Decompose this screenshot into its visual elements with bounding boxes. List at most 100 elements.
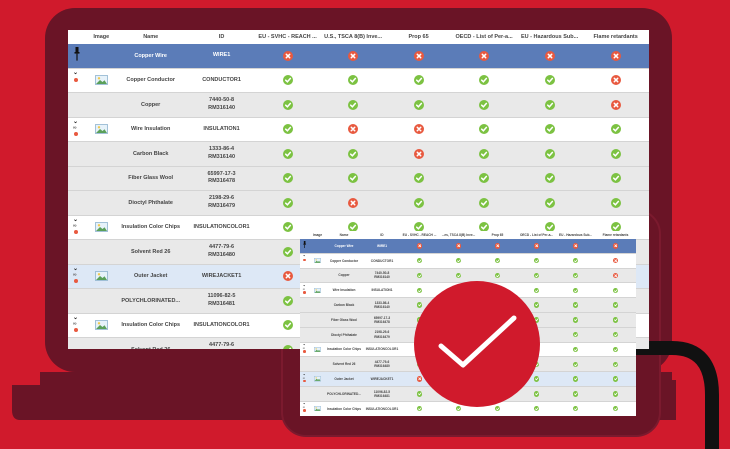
row-name[interactable]: Outer Jacket — [324, 371, 364, 387]
regulation-status-cell[interactable] — [517, 252, 556, 269]
expand-chevron-icon[interactable]: ⌄ — [73, 119, 78, 125]
regulation-status-cell[interactable] — [556, 267, 595, 283]
regulation-status-cell[interactable] — [516, 44, 583, 68]
regulation-status-cell[interactable] — [556, 297, 595, 313]
regulation-status-cell[interactable] — [556, 341, 595, 357]
header-name[interactable]: Name — [113, 30, 189, 44]
expand-chevron-icon[interactable]: ⌄ — [73, 315, 78, 321]
tablet-header-name[interactable]: Name — [324, 231, 364, 239]
regulation-status-cell[interactable] — [320, 165, 386, 191]
component-row[interactable]: ⌄ Copper Conductor CONDUCTOR1 — [300, 252, 636, 269]
image-thumbnail-icon[interactable] — [94, 124, 108, 135]
link-icon[interactable]: ∞ — [73, 125, 77, 131]
header-flame-retardants[interactable]: Flame retardants — [582, 30, 649, 44]
tablet-header-id[interactable]: ID — [364, 231, 400, 239]
regulation-status-cell[interactable] — [320, 44, 386, 68]
row-name[interactable]: Carbon Black — [324, 297, 364, 313]
tablet-header-prop65[interactable]: Prop 65 — [478, 231, 517, 239]
regulation-status-cell[interactable] — [556, 400, 595, 416]
regulation-status-cell[interactable] — [451, 44, 517, 68]
regulation-status-cell[interactable] — [595, 356, 636, 372]
pin-icon[interactable] — [74, 47, 80, 63]
row-name[interactable]: Copper Wire — [324, 239, 364, 254]
regulation-status-cell[interactable] — [516, 67, 583, 93]
row-name[interactable]: Insulation Color Chips — [324, 400, 364, 416]
regulation-status-cell[interactable] — [595, 385, 636, 402]
regulation-status-cell[interactable] — [400, 239, 439, 254]
row-name[interactable]: POLYCHLORINATED... — [113, 288, 189, 313]
tablet-header-eu-hazardous[interactable]: EU - Hazardous Sub... — [556, 231, 595, 239]
link-icon[interactable]: ∞ — [73, 223, 77, 229]
expand-chevron-icon[interactable]: ⌄ — [303, 254, 306, 258]
regulation-status-cell[interactable] — [517, 239, 556, 254]
row-name[interactable]: Copper — [324, 267, 364, 283]
regulation-status-cell[interactable] — [556, 385, 595, 402]
regulation-status-cell[interactable] — [582, 165, 649, 191]
component-row[interactable]: Copper Wire WIRE1 — [68, 44, 649, 68]
regulation-status-cell[interactable] — [595, 282, 636, 298]
expand-chevron-icon[interactable]: ⌄ — [73, 217, 78, 223]
header-eu-svhc[interactable]: EU - SVHC - REACH ... — [254, 30, 321, 44]
regulation-status-cell[interactable] — [451, 165, 517, 191]
regulation-status-cell[interactable] — [556, 371, 595, 387]
substance-row[interactable]: Fiber Glass Wool 65997-17-3 RM316478 — [68, 165, 649, 191]
regulation-status-cell[interactable] — [385, 92, 452, 117]
regulation-status-cell[interactable] — [320, 141, 386, 166]
regulation-status-cell[interactable] — [595, 371, 636, 387]
regulation-status-cell[interactable] — [582, 141, 649, 166]
image-thumbnail-icon[interactable] — [94, 320, 108, 331]
pin-icon[interactable] — [303, 240, 307, 250]
row-name[interactable]: Insulation Color Chips — [113, 312, 189, 338]
row-name[interactable]: Carbon Black — [113, 141, 189, 166]
row-name[interactable]: Copper Wire — [113, 44, 189, 68]
regulation-status-cell[interactable] — [254, 141, 321, 166]
regulation-status-cell[interactable] — [385, 44, 452, 68]
row-name[interactable]: Fiber Glass Wool — [324, 311, 364, 328]
regulation-status-cell[interactable] — [582, 116, 649, 142]
regulation-status-cell[interactable] — [385, 165, 452, 191]
header-eu-hazardous[interactable]: EU - Hazardous Sub... — [516, 30, 583, 44]
regulation-status-cell[interactable] — [516, 116, 583, 142]
component-row[interactable]: ⌄ Copper Conductor CONDUCTOR1 — [68, 67, 649, 93]
regulation-status-cell[interactable] — [439, 252, 478, 269]
regulation-status-cell[interactable] — [582, 92, 649, 117]
regulation-status-cell[interactable] — [320, 190, 386, 215]
regulation-status-cell[interactable] — [451, 116, 517, 142]
row-name[interactable]: Solvent Red 26 — [113, 337, 189, 349]
image-thumbnail-icon[interactable] — [314, 406, 321, 412]
regulation-status-cell[interactable] — [595, 239, 636, 254]
row-name[interactable]: Wire Insulation — [113, 116, 189, 142]
regulation-status-cell[interactable] — [320, 92, 386, 117]
row-name[interactable]: Dioctyl Phthalate — [113, 190, 189, 215]
regulation-status-cell[interactable] — [582, 67, 649, 93]
link-icon[interactable]: ∞ — [73, 321, 77, 327]
tablet-header-image[interactable]: Image — [311, 231, 324, 239]
regulation-status-cell[interactable] — [595, 297, 636, 313]
row-name[interactable]: Insulation Color Chips — [324, 341, 364, 357]
row-name[interactable]: Insulation Color Chips — [113, 214, 189, 240]
regulation-status-cell[interactable] — [254, 44, 321, 68]
header-prop65[interactable]: Prop 65 — [385, 30, 452, 44]
regulation-status-cell[interactable] — [451, 141, 517, 166]
regulation-status-cell[interactable] — [478, 239, 517, 254]
image-thumbnail-icon[interactable] — [314, 258, 321, 264]
regulation-status-cell[interactable] — [556, 326, 595, 343]
row-name[interactable]: Copper Conductor — [113, 67, 189, 93]
substance-row[interactable]: Copper 7440-50-8 RM316140 — [68, 92, 649, 117]
row-name[interactable]: Copper Conductor — [324, 252, 364, 269]
regulation-status-cell[interactable] — [254, 116, 321, 142]
image-thumbnail-icon[interactable] — [314, 376, 321, 382]
row-name[interactable]: Solvent Red 26 — [113, 239, 189, 264]
row-name[interactable]: Dioctyl Phthalate — [324, 326, 364, 343]
regulation-status-cell[interactable] — [385, 190, 452, 215]
regulation-status-cell[interactable] — [595, 311, 636, 328]
regulation-status-cell[interactable] — [556, 252, 595, 269]
regulation-status-cell[interactable] — [556, 282, 595, 298]
regulation-status-cell[interactable] — [595, 326, 636, 343]
image-thumbnail-icon[interactable] — [94, 222, 108, 233]
row-name[interactable]: Outer Jacket — [113, 263, 189, 289]
regulation-status-cell[interactable] — [556, 311, 595, 328]
regulation-status-cell[interactable] — [556, 239, 595, 254]
regulation-status-cell[interactable] — [439, 239, 478, 254]
regulation-status-cell[interactable] — [516, 92, 583, 117]
